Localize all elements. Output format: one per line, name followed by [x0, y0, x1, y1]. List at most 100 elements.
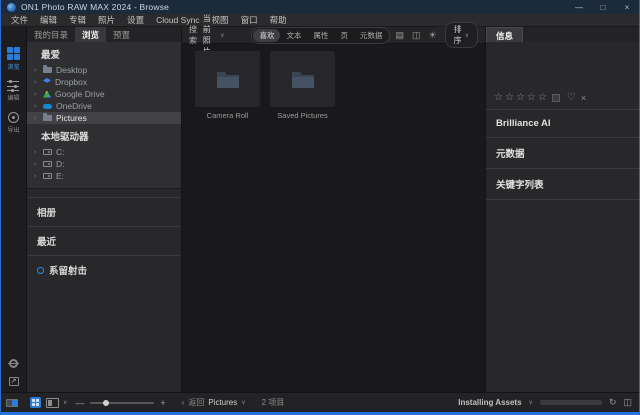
- thumb-size-slider[interactable]: [90, 402, 154, 404]
- section-metadata[interactable]: 元数据: [486, 137, 639, 168]
- filter-page[interactable]: 页: [334, 29, 354, 42]
- gear-icon[interactable]: [9, 359, 18, 368]
- star-icon[interactable]: ☆: [505, 93, 514, 103]
- filter-metadata[interactable]: 元数据: [354, 29, 389, 42]
- close-button[interactable]: ×: [621, 3, 633, 12]
- back-chevron-icon[interactable]: ‹: [182, 398, 185, 407]
- folder-thumbnail[interactable]: [270, 51, 335, 107]
- slider-knob[interactable]: [103, 400, 109, 406]
- star-icon[interactable]: ☆: [538, 93, 547, 103]
- chevron-down-icon[interactable]: ∨: [63, 399, 67, 406]
- module-strip: 浏览 编辑 导出 ↗: [1, 27, 27, 392]
- tab-presets[interactable]: 预置: [106, 27, 137, 42]
- lightbulb-icon[interactable]: ☀: [429, 30, 437, 41]
- item-count: 2 项目: [262, 397, 285, 408]
- folder-thumbnail[interactable]: [195, 51, 260, 107]
- drive-icon: [43, 173, 52, 179]
- folder-tile-camera-roll[interactable]: Camera Roll: [195, 51, 260, 120]
- filter-likes[interactable]: 喜欢: [253, 29, 280, 42]
- maximize-button[interactable]: □: [597, 3, 609, 12]
- reject-x-icon[interactable]: ×: [581, 93, 586, 103]
- folder-tile-label: Camera Roll: [195, 111, 260, 120]
- breadcrumb[interactable]: ‹ 返回 Pictures ∨ 2 项目: [182, 397, 285, 408]
- module-edit[interactable]: 编辑: [7, 81, 19, 102]
- thumb-size-minus[interactable]: —: [75, 398, 84, 408]
- minimize-button[interactable]: —: [573, 3, 585, 12]
- section-keyword-list[interactable]: 关键字列表: [486, 168, 639, 200]
- detail-view-button[interactable]: [46, 398, 59, 408]
- tree-item-google-drive[interactable]: › Google Drive: [27, 88, 181, 100]
- chevron-right-icon[interactable]: ›: [34, 67, 39, 74]
- thumb-size-plus[interactable]: +: [160, 398, 165, 408]
- drive-icon: [43, 149, 52, 155]
- tree-item-label: D:: [56, 159, 65, 169]
- tree-item-drive-e[interactable]: › E:: [27, 170, 181, 182]
- menu-window[interactable]: 窗口: [235, 14, 264, 26]
- tree-item-drive-c[interactable]: › C:: [27, 146, 181, 158]
- menu-help[interactable]: 帮助: [264, 14, 293, 26]
- window-controls: — □ ×: [573, 3, 633, 12]
- sort-value: 排序: [454, 24, 462, 46]
- main-area: 浏览 编辑 导出 ↗ 我的目录 浏览 预置 最爱: [1, 27, 639, 392]
- color-label-swatch[interactable]: [552, 94, 560, 102]
- chevron-down-icon[interactable]: ∨: [529, 399, 533, 406]
- chevron-right-icon[interactable]: ›: [34, 115, 39, 122]
- sync-refresh-icon[interactable]: ↻: [609, 397, 617, 408]
- module-browse[interactable]: 浏览: [7, 47, 20, 71]
- tab-info[interactable]: 信息: [486, 27, 523, 42]
- star-icon[interactable]: ☆: [527, 93, 536, 103]
- module-export[interactable]: 导出: [7, 112, 19, 134]
- star-icon[interactable]: ☆: [494, 93, 503, 103]
- folder-glyph-icon: [291, 70, 315, 89]
- installing-assets-label[interactable]: Installing Assets: [458, 398, 521, 407]
- tree-item-drive-d[interactable]: › D:: [27, 158, 181, 170]
- filter-text[interactable]: 文本: [280, 29, 307, 42]
- share-icon[interactable]: ↗: [9, 377, 19, 386]
- recent-section-header[interactable]: 最近: [27, 226, 181, 255]
- chevron-right-icon[interactable]: ›: [34, 91, 39, 98]
- back-label[interactable]: 返回: [188, 397, 204, 408]
- like-heart-icon[interactable]: ♡: [567, 92, 576, 103]
- grid-view-button[interactable]: [30, 397, 41, 408]
- star-icon[interactable]: ☆: [516, 93, 525, 103]
- menu-edit[interactable]: 编辑: [34, 14, 63, 26]
- tree-item-dropbox[interactable]: › Dropbox: [27, 76, 181, 88]
- chevron-right-icon[interactable]: ›: [34, 173, 39, 180]
- tree-item-label: Google Drive: [55, 89, 105, 99]
- rating-row: ☆ ☆ ☆ ☆ ☆ ♡ ×: [486, 92, 639, 109]
- tree-item-desktop[interactable]: › Desktop: [27, 64, 181, 76]
- chevron-right-icon[interactable]: ›: [34, 103, 39, 110]
- favorites-header[interactable]: 最爱: [27, 42, 181, 64]
- menu-album[interactable]: 专辑: [63, 14, 92, 26]
- panel-toggle-icon[interactable]: ◫: [623, 397, 632, 408]
- chevron-right-icon[interactable]: ›: [34, 79, 39, 86]
- info-panel: 信息 ☆ ☆ ☆ ☆ ☆ ♡ × Brilliance AI 元数据 关键字列表: [485, 27, 639, 392]
- tree-item-onedrive[interactable]: › OneDrive: [27, 100, 181, 112]
- dual-display-icon[interactable]: [6, 399, 18, 407]
- chevron-down-icon[interactable]: ∨: [241, 399, 245, 406]
- chevron-right-icon[interactable]: ›: [34, 149, 39, 156]
- menu-photo[interactable]: 照片: [92, 14, 121, 26]
- compare-icon[interactable]: ▤: [395, 30, 404, 41]
- filter-attributes[interactable]: 属性: [307, 29, 334, 42]
- tab-browse[interactable]: 浏览: [75, 27, 106, 42]
- local-drives-header[interactable]: 本地驱动器: [27, 124, 181, 146]
- module-edit-label: 编辑: [7, 93, 19, 102]
- tethered-section-header[interactable]: 系留射击: [27, 255, 181, 284]
- folder-tile-saved-pictures[interactable]: Saved Pictures: [270, 51, 335, 120]
- menu-settings[interactable]: 设置: [121, 14, 150, 26]
- albums-section-header[interactable]: 相册: [27, 197, 181, 226]
- section-brilliance-ai[interactable]: Brilliance AI: [486, 109, 639, 137]
- dual-view-icon[interactable]: ◫: [412, 30, 421, 41]
- tree-item-label: Desktop: [56, 65, 87, 75]
- current-folder-label[interactable]: Pictures: [208, 398, 237, 407]
- on1-logo-icon: [7, 3, 16, 12]
- info-sections: Brilliance AI 元数据 关键字列表: [486, 109, 639, 200]
- filter-segment-group: 喜欢 文本 属性 页 元数据: [251, 27, 390, 44]
- tab-my-catalogs[interactable]: 我的目录: [27, 27, 75, 42]
- chevron-right-icon[interactable]: ›: [34, 161, 39, 168]
- folder-tile-label: Saved Pictures: [270, 111, 335, 120]
- menu-file[interactable]: 文件: [5, 14, 34, 26]
- tree-item-pictures[interactable]: › Pictures: [27, 112, 181, 124]
- info-tab-row: 信息: [486, 27, 639, 42]
